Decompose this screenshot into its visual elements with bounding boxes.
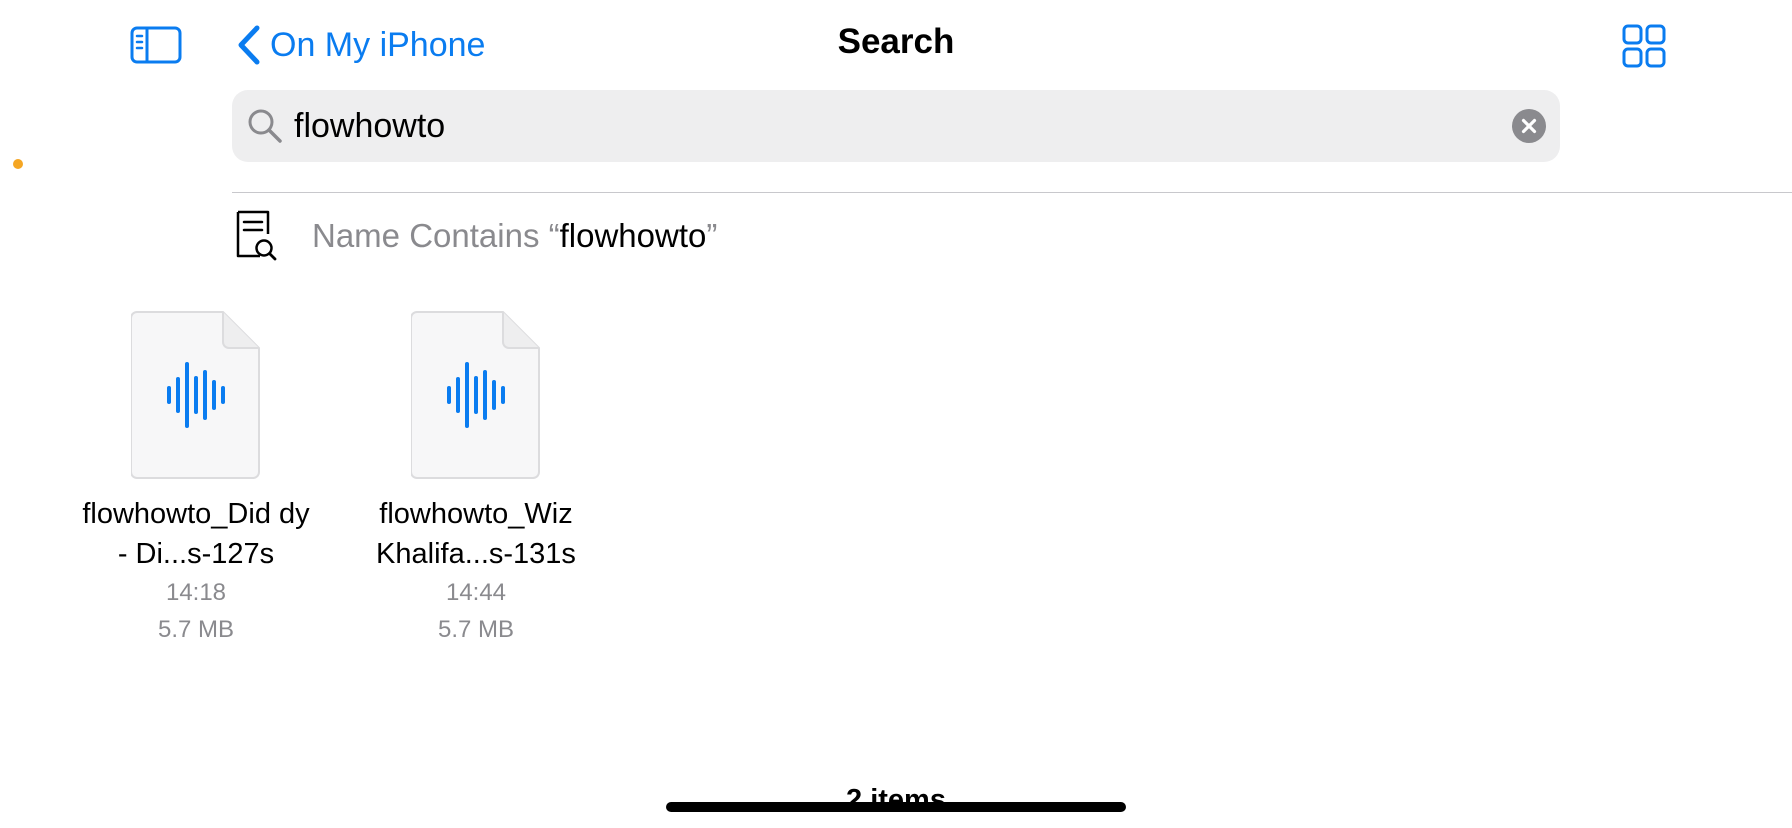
back-button-label: On My iPhone: [270, 25, 486, 64]
audio-file-icon: [411, 310, 541, 480]
suggestion-prefix: Name Contains “: [312, 217, 560, 254]
search-icon: [248, 109, 282, 143]
home-indicator[interactable]: [666, 802, 1126, 812]
file-time: 14:44: [445, 579, 507, 606]
clear-search-button[interactable]: [1512, 109, 1546, 143]
page-title: Search: [837, 22, 955, 61]
suggestion-suffix: ”: [706, 217, 718, 254]
chevron-left-icon: [238, 25, 260, 65]
divider: [232, 192, 1792, 193]
file-item[interactable]: flowhowto_Did dy - Di...s-127s 14:18 5.7…: [76, 310, 316, 648]
grid-view-icon: [1622, 24, 1666, 68]
suggestion-term: flowhowto: [559, 217, 707, 254]
files-search-screen: On My iPhone Search flowhowto Name Conta…: [0, 0, 1792, 828]
item-count: 2 items: [846, 784, 946, 816]
file-item[interactable]: flowhowto_Wiz Khalifa...s-131s 14:44 5.7…: [356, 310, 596, 648]
name-contains-suggestion[interactable]: Name Contains “flowhowto”: [232, 208, 717, 264]
file-name: flowhowto_Wiz Khalifa...s-131s: [376, 498, 576, 570]
search-input[interactable]: [294, 100, 1434, 152]
search-bar: [232, 90, 1560, 162]
suggestion-label: Name Contains “flowhowto”: [312, 217, 717, 255]
file-time: 14:18: [165, 579, 227, 606]
file-size: 5.7 MB: [437, 616, 515, 643]
audio-file-icon: [131, 310, 261, 480]
status-indicator-dot: [13, 159, 23, 169]
sidebar-toggle-button[interactable]: [130, 24, 184, 66]
file-size: 5.7 MB: [157, 616, 235, 643]
sidebar-icon: [130, 26, 182, 64]
back-button[interactable]: On My iPhone: [236, 20, 485, 70]
document-search-icon: [236, 210, 277, 261]
view-options-button[interactable]: [1622, 24, 1666, 68]
file-name: flowhowto_Did dy - Di...s-127s: [82, 498, 310, 570]
clear-icon: [1521, 118, 1537, 134]
